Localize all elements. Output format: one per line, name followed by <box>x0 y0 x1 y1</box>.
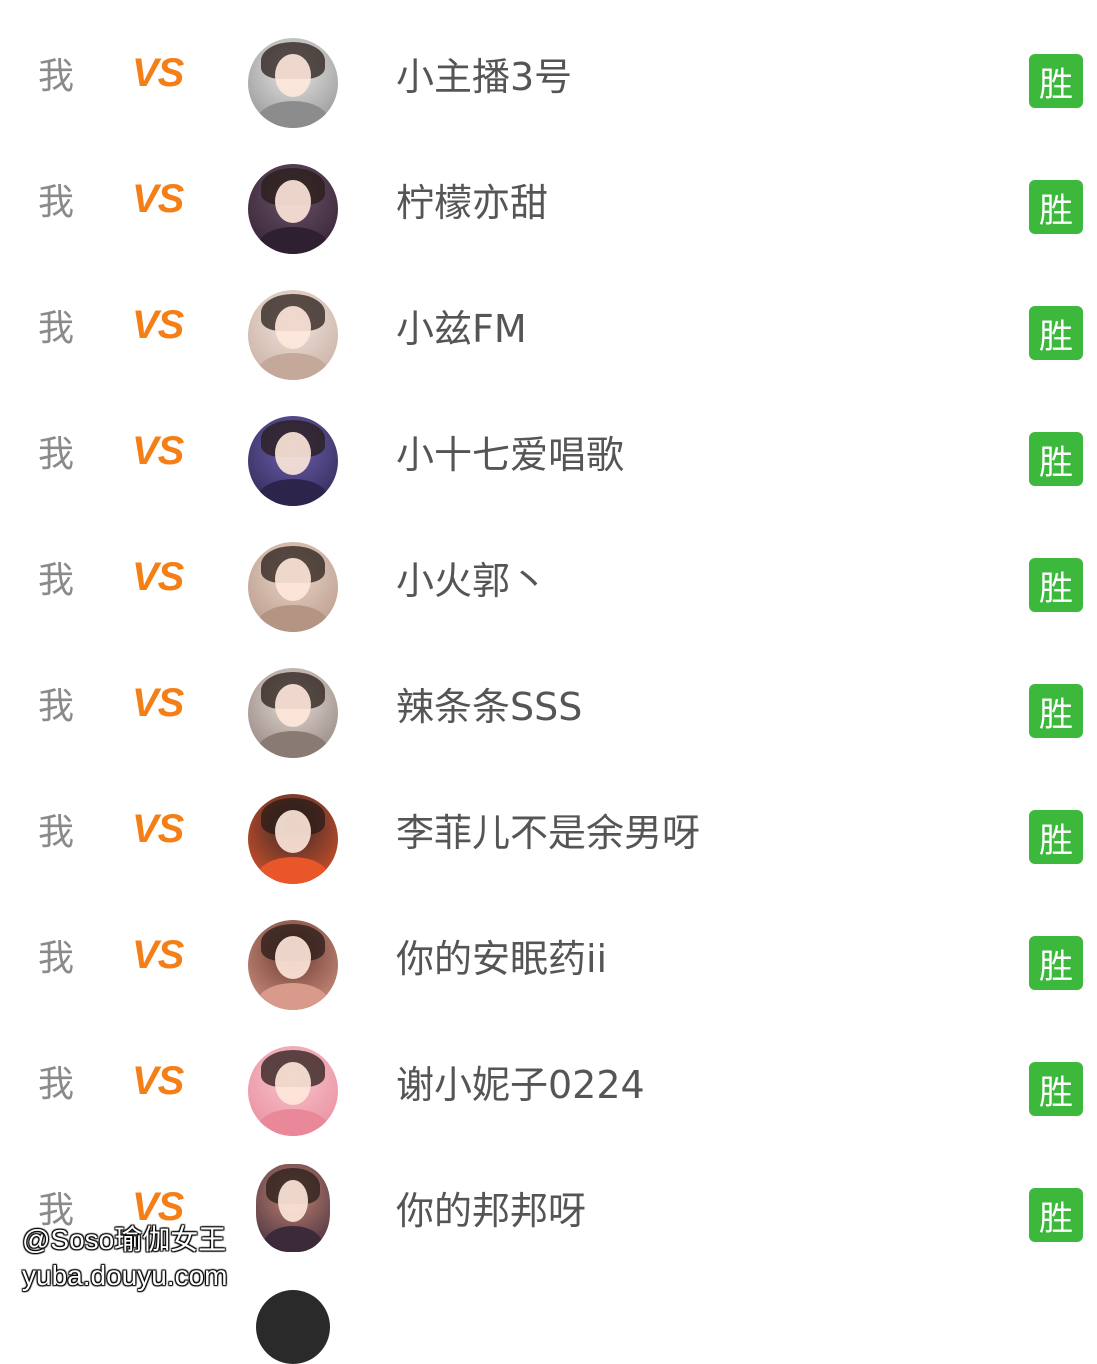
vs-label: VS <box>132 554 184 599</box>
opponent-avatar[interactable] <box>248 668 338 758</box>
win-badge: 胜 <box>1029 810 1083 864</box>
opponent-avatar[interactable] <box>248 1046 338 1136</box>
vs-label: VS <box>132 176 184 221</box>
win-badge: 胜 <box>1029 432 1083 486</box>
self-label: 我 <box>38 1064 75 1105</box>
next-row-avatar-partial <box>256 1290 330 1364</box>
self-label: 我 <box>38 560 75 601</box>
vs-label: VS <box>132 302 184 347</box>
self-label: 我 <box>38 434 75 475</box>
opponent-avatar[interactable] <box>248 38 338 128</box>
opponent-name[interactable]: 你的邦邦呀 <box>396 1144 586 1270</box>
match-row[interactable]: 我 VS 柠檬亦甜 胜 <box>0 136 1097 262</box>
match-row[interactable]: 我 VS 小火郭丶 胜 <box>0 514 1097 640</box>
opponent-avatar[interactable] <box>248 920 338 1010</box>
self-label: 我 <box>38 938 75 979</box>
opponent-name[interactable]: 小火郭丶 <box>396 514 548 640</box>
win-badge: 胜 <box>1029 1062 1083 1116</box>
opponent-avatar[interactable] <box>248 542 338 632</box>
opponent-name[interactable]: 辣条条SSS <box>396 640 582 766</box>
self-label: 我 <box>38 686 75 727</box>
win-badge: 胜 <box>1029 306 1083 360</box>
match-row[interactable]: 我 VS 你的安眠药ii 胜 <box>0 892 1097 1018</box>
opponent-name[interactable]: 你的安眠药ii <box>396 892 607 1018</box>
match-row[interactable]: 我 VS 李菲儿不是余男呀 胜 <box>0 766 1097 892</box>
watermark-handle: @Soso瑜伽女王 <box>22 1224 227 1255</box>
vs-label: VS <box>132 680 184 725</box>
watermark: @Soso瑜伽女王 yuba.douyu.com <box>22 1222 227 1294</box>
win-badge: 胜 <box>1029 684 1083 738</box>
vs-label: VS <box>132 50 184 95</box>
self-label: 我 <box>38 56 75 97</box>
opponent-name[interactable]: 谢小妮子0224 <box>396 1018 645 1144</box>
opponent-avatar[interactable] <box>248 290 338 380</box>
opponent-name[interactable]: 小主播3号 <box>396 10 572 136</box>
opponent-name[interactable]: 小兹FM <box>396 262 527 388</box>
win-badge: 胜 <box>1029 180 1083 234</box>
opponent-name[interactable]: 李菲儿不是余男呀 <box>396 766 700 892</box>
opponent-avatar[interactable] <box>256 1164 330 1252</box>
win-badge: 胜 <box>1029 936 1083 990</box>
win-badge: 胜 <box>1029 54 1083 108</box>
win-badge: 胜 <box>1029 1188 1083 1242</box>
vs-label: VS <box>132 428 184 473</box>
vs-label: VS <box>132 1058 184 1103</box>
match-row[interactable]: 我 VS 谢小妮子0224 胜 <box>0 1018 1097 1144</box>
opponent-name[interactable]: 柠檬亦甜 <box>396 136 548 262</box>
match-row[interactable]: 我 VS 小十七爱唱歌 胜 <box>0 388 1097 514</box>
opponent-avatar[interactable] <box>248 416 338 506</box>
match-row[interactable]: 我 VS 小兹FM 胜 <box>0 262 1097 388</box>
match-row[interactable]: 我 VS 小主播3号 胜 <box>0 10 1097 136</box>
match-row[interactable]: 我 VS 辣条条SSS 胜 <box>0 640 1097 766</box>
win-badge: 胜 <box>1029 558 1083 612</box>
opponent-avatar[interactable] <box>248 794 338 884</box>
self-label: 我 <box>38 308 75 349</box>
opponent-avatar[interactable] <box>248 164 338 254</box>
vs-label: VS <box>132 806 184 851</box>
vs-label: VS <box>132 932 184 977</box>
watermark-site: yuba.douyu.com <box>22 1260 228 1291</box>
self-label: 我 <box>38 182 75 223</box>
opponent-name[interactable]: 小十七爱唱歌 <box>396 388 624 514</box>
self-label: 我 <box>38 812 75 853</box>
